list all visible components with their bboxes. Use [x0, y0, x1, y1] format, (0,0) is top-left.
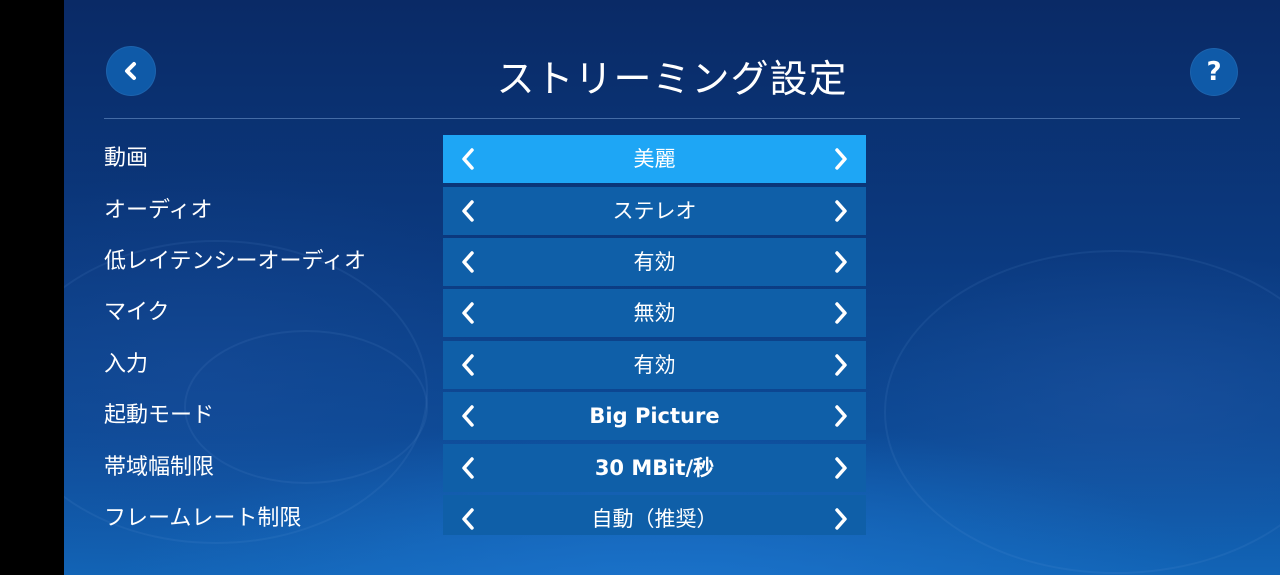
next-option-button[interactable]	[828, 248, 854, 276]
help-button[interactable]: ?	[1190, 48, 1238, 96]
chevron-right-icon	[835, 457, 847, 479]
setting-label: フレームレート制限	[104, 506, 302, 531]
video-quality-selector[interactable]: 美麗	[443, 135, 866, 183]
framerate-limit-selector[interactable]: 自動（推奨）	[443, 495, 866, 535]
microphone-selector[interactable]: 無効	[443, 289, 866, 337]
bandwidth-limit-selector[interactable]: 30 MBit/秒	[443, 444, 866, 492]
chevron-right-icon	[835, 405, 847, 427]
setting-label: 低レイテンシーオーディオ	[104, 249, 367, 274]
low-latency-audio-selector[interactable]: 有効	[443, 238, 866, 286]
next-option-button[interactable]	[828, 299, 854, 327]
setting-value: 30 MBit/秒	[594, 456, 715, 480]
launch-mode-selector[interactable]: Big Picture	[443, 392, 866, 440]
setting-label: オーディオ	[104, 198, 213, 223]
next-option-button[interactable]	[828, 454, 854, 482]
setting-value: 無効	[633, 301, 676, 325]
question-mark-icon: ?	[1206, 57, 1222, 87]
left-black-bar	[0, 0, 64, 575]
setting-label: 入力	[104, 352, 149, 377]
chevron-left-icon	[462, 302, 474, 324]
settings-screen: ストリーミング設定 ? 動画 美麗 オーディオ ステレオ 低レイテンシーオーディ…	[64, 0, 1280, 575]
chevron-right-icon	[835, 354, 847, 376]
setting-row-audio: オーディオ ステレオ	[104, 187, 1240, 235]
next-option-button[interactable]	[828, 197, 854, 225]
setting-value: ステレオ	[612, 199, 697, 223]
previous-option-button[interactable]	[455, 505, 481, 533]
setting-value: 有効	[633, 353, 676, 377]
setting-row-launch-mode: 起動モード Big Picture	[104, 392, 1240, 440]
chevron-left-icon	[462, 200, 474, 222]
chevron-left-icon	[462, 354, 474, 376]
previous-option-button[interactable]	[455, 351, 481, 379]
chevron-left-icon	[462, 508, 474, 530]
previous-option-button[interactable]	[455, 248, 481, 276]
setting-label: 動画	[104, 146, 149, 171]
setting-row-framerate-limit: フレームレート制限 自動（推奨）	[104, 495, 1240, 543]
setting-row-input: 入力 有効	[104, 341, 1240, 389]
setting-row-microphone: マイク 無効	[104, 289, 1240, 337]
setting-label: マイク	[104, 300, 170, 325]
audio-selector[interactable]: ステレオ	[443, 187, 866, 235]
setting-label: 帯域幅制限	[104, 455, 215, 480]
previous-option-button[interactable]	[455, 145, 481, 173]
previous-option-button[interactable]	[455, 299, 481, 327]
chevron-right-icon	[835, 251, 847, 273]
chevron-right-icon	[835, 200, 847, 222]
chevron-left-icon	[462, 148, 474, 170]
chevron-left-icon	[462, 405, 474, 427]
setting-row-video: 動画 美麗	[104, 135, 1240, 183]
setting-value: 美麗	[633, 147, 676, 171]
header-divider	[104, 118, 1240, 119]
chevron-right-icon	[835, 508, 847, 530]
chevron-left-icon	[462, 251, 474, 273]
previous-option-button[interactable]	[455, 197, 481, 225]
chevron-right-icon	[835, 302, 847, 324]
setting-value: 有効	[633, 250, 676, 274]
next-option-button[interactable]	[828, 351, 854, 379]
page-title: ストリーミング設定	[496, 57, 848, 101]
setting-row-bandwidth-limit: 帯域幅制限 30 MBit/秒	[104, 444, 1240, 492]
chevron-right-icon	[835, 148, 847, 170]
next-option-button[interactable]	[828, 402, 854, 430]
next-option-button[interactable]	[828, 145, 854, 173]
next-option-button[interactable]	[828, 505, 854, 533]
previous-option-button[interactable]	[455, 454, 481, 482]
setting-row-low-latency-audio: 低レイテンシーオーディオ 有効	[104, 238, 1240, 286]
setting-label: 起動モード	[104, 403, 215, 428]
setting-value: 自動（推奨）	[591, 507, 718, 531]
previous-option-button[interactable]	[455, 402, 481, 430]
input-selector[interactable]: 有効	[443, 341, 866, 389]
chevron-left-icon	[462, 457, 474, 479]
setting-value: Big Picture	[589, 404, 720, 428]
